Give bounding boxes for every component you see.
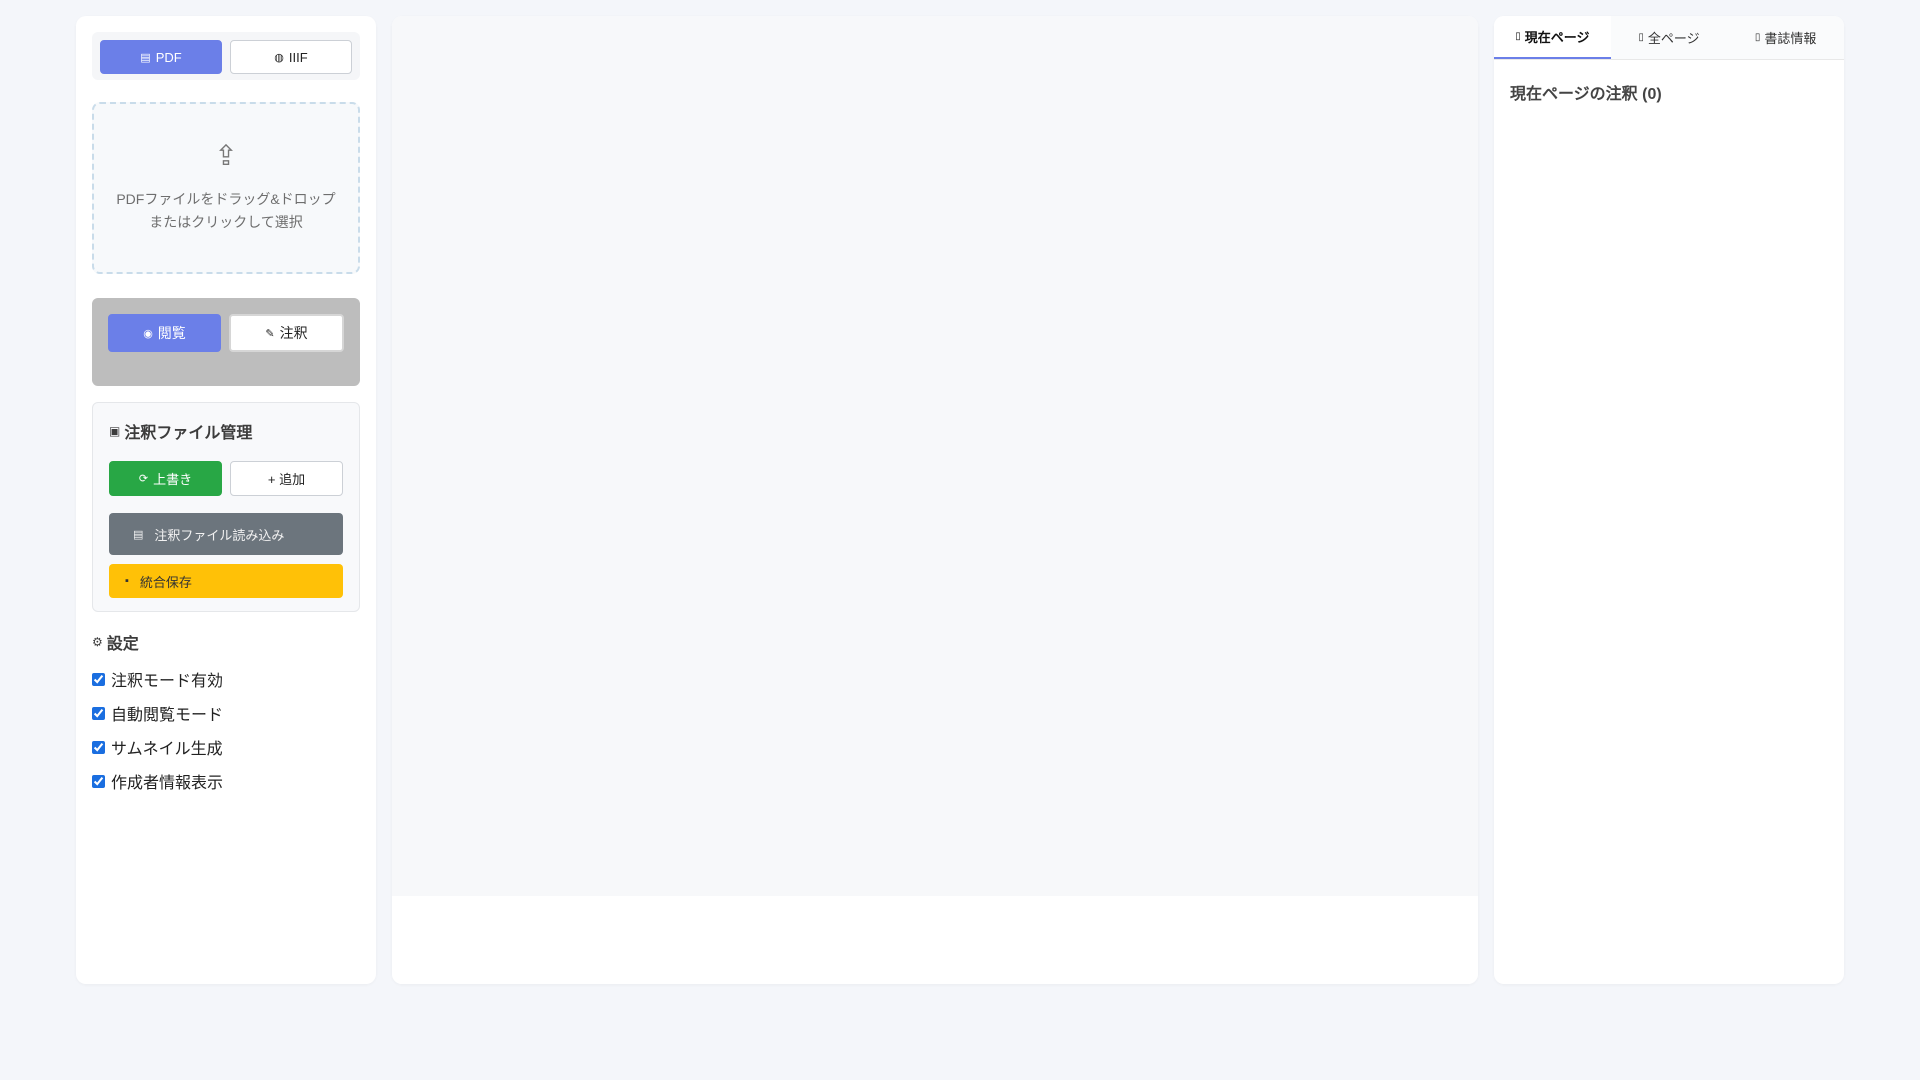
annotation-file-title: ▣ 注釈ファイル管理 [109,419,343,443]
eye-icon: ◉ [143,327,153,340]
merge-save-label: 統合保存 [139,574,192,590]
annotation-file-title-text: 注釈ファイル管理 [124,425,253,442]
sync-icon: ⟳ [138,473,149,485]
setting-thumbnail-label: サムネイル生成 [111,741,223,758]
file-pdf-icon: ▤ [140,51,151,64]
tab-all-pages-label: 全ページ [1647,31,1700,46]
setting-annotation-mode[interactable]: 注釈モード有効 [92,670,360,690]
pen-icon: ✎ [265,327,275,340]
document-viewer[interactable] [392,16,1478,984]
setting-annotation-mode-checkbox[interactable] [92,672,105,686]
pdf-dropzone[interactable]: ⇪ PDFファイルをドラッグ&ドロップ またはクリックして選択 [92,102,360,274]
tab-bibliography[interactable]: ▯ 書誌情報 [1727,16,1844,59]
file-icon: ▯ [1515,31,1521,42]
upload-icon: ⇪ [214,140,238,171]
setting-auto-view-mode-label: 自動閲覧モード [111,707,224,724]
setting-thumbnail-checkbox[interactable] [92,740,105,754]
pdf-source-label: PDF [155,49,182,65]
add-label: + 追加 [267,472,306,487]
viewer-canvas[interactable] [392,16,1478,896]
settings-title-text: 設定 [106,636,139,653]
mode-selector: ◉ 閲覧 ✎ 注釈 [92,298,360,386]
tab-all-pages[interactable]: ▯ 全ページ [1611,16,1728,59]
gear-icon: ⚙ [92,635,103,649]
merge-save-button[interactable]: ▪ 統合保存 [109,564,343,598]
setting-annotation-mode-label: 注釈モード有効 [111,673,224,690]
annotation-file-manager: ▣ 注釈ファイル管理 ⟳ 上書き + 追加 ▤ 注釈ファイル読み込み ▪ 統合保… [92,402,360,612]
overwrite-label: 上書き [153,472,193,487]
copy-icon: ▯ [1638,32,1644,43]
overwrite-button[interactable]: ⟳ 上書き [109,461,222,496]
annotate-mode-button[interactable]: ✎ 注釈 [229,314,344,352]
tab-current-page-label: 現在ページ [1524,30,1590,45]
view-mode-button[interactable]: ◉ 閲覧 [108,314,221,352]
tab-current-page[interactable]: ▯ 現在ページ [1494,16,1611,59]
iiif-source-label: IIIF [288,49,308,65]
iiif-source-button[interactable]: ◍ IIIF [230,40,352,74]
annotate-mode-label: 注釈 [279,325,308,341]
viewer-footer [392,896,1478,984]
folder-icon: ▣ [109,424,121,438]
globe-icon: ◍ [274,51,284,64]
setting-auto-view-mode[interactable]: 自動閲覧モード [92,704,360,724]
annotation-sidebar: ▯ 現在ページ ▯ 全ページ ▯ 書誌情報 現在ページの注釈 (0) [1494,16,1844,984]
view-mode-label: 閲覧 [157,325,186,341]
load-annotation-file-button[interactable]: ▤ 注釈ファイル読み込み [109,513,343,555]
settings-section: ⚙ 設定 注釈モード有効 自動閲覧モード サムネイル生成 作成者情報表示 [92,630,360,792]
annotation-list: 現在ページの注釈 (0) [1494,60,1844,124]
left-sidebar: ▤ PDF ◍ IIIF ⇪ PDFファイルをドラッグ&ドロップ またはクリック… [76,16,376,984]
folder-open-icon: ▤ [133,528,144,541]
setting-author-info-label: 作成者情報表示 [111,775,224,792]
setting-author-info[interactable]: 作成者情報表示 [92,772,360,792]
load-annotation-file-label: 注釈ファイル読み込み [154,527,285,543]
annotation-list-heading: 現在ページの注釈 (0) [1510,86,1662,103]
setting-auto-view-mode-checkbox[interactable] [92,706,105,720]
source-toggle: ▤ PDF ◍ IIIF [92,32,360,80]
add-button[interactable]: + 追加 [230,461,343,496]
save-icon: ▪ [125,575,129,587]
annotation-tabs: ▯ 現在ページ ▯ 全ページ ▯ 書誌情報 [1494,16,1844,60]
dropzone-text-line2: またはクリックして選択 [149,214,303,230]
setting-thumbnail[interactable]: サムネイル生成 [92,738,360,758]
info-icon: ▯ [1754,32,1761,43]
pdf-source-button[interactable]: ▤ PDF [100,40,222,74]
settings-title: ⚙ 設定 [92,630,360,654]
dropzone-text-line1: PDFファイルをドラッグ&ドロップ [116,191,336,207]
tab-bibliography-label: 書誌情報 [1764,31,1817,46]
setting-author-info-checkbox[interactable] [92,774,105,788]
